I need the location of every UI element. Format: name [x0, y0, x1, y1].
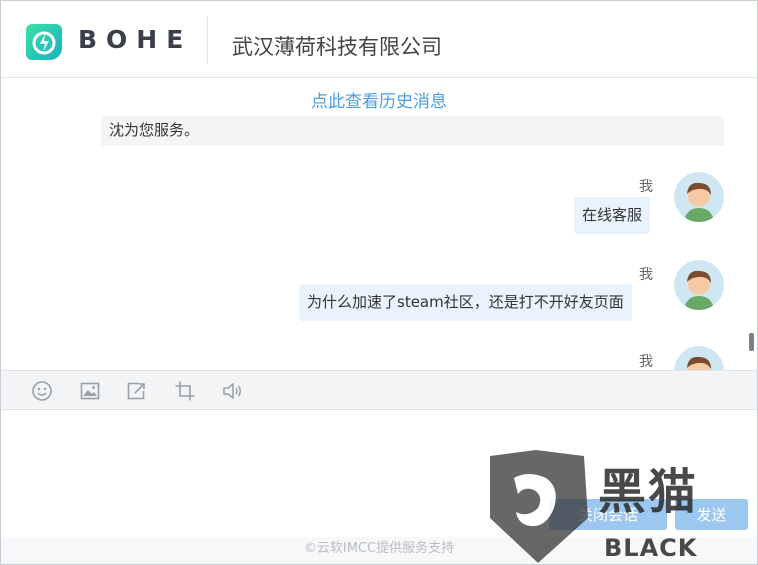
chat-window: BOHE 武汉薄荷科技有限公司 点此查看历史消息 沈为您服务。 我 在线客服 我…	[0, 0, 758, 565]
user-message-bubble: 在线客服	[574, 197, 651, 234]
close-session-button[interactable]: 关闭会话	[549, 499, 667, 530]
message-input[interactable]	[1, 410, 757, 490]
crop-icon[interactable]	[174, 380, 196, 402]
sender-label: 我	[639, 179, 653, 195]
logo-text: BOHE	[78, 25, 193, 54]
screen-share-icon[interactable]	[126, 380, 148, 402]
send-button[interactable]: 发送	[675, 499, 748, 530]
user-avatar	[674, 172, 724, 222]
bohe-logo-icon	[26, 24, 62, 60]
header: BOHE 武汉薄荷科技有限公司	[1, 1, 757, 78]
scrollbar-thumb[interactable]	[749, 333, 754, 351]
sender-label: 我	[639, 267, 653, 283]
footer-credit: ©云软IMCC提供服务支持	[1, 537, 757, 564]
emoji-icon[interactable]	[31, 380, 53, 402]
message-list: 点此查看历史消息 沈为您服务。 我 在线客服 我 为什么加速了steam社区，还…	[1, 78, 757, 370]
user-message-bubble: 为什么加速了steam社区，还是打不开好友页面	[299, 284, 632, 321]
input-toolbar	[1, 370, 757, 410]
agent-message-bubble: 沈为您服务。	[101, 116, 724, 146]
message-scrollbar[interactable]	[748, 108, 756, 370]
voice-icon[interactable]	[221, 380, 243, 402]
header-divider	[207, 16, 208, 64]
image-icon[interactable]	[79, 380, 101, 402]
sender-label: 我	[639, 354, 653, 370]
user-avatar	[674, 346, 724, 370]
view-history-link[interactable]: 点此查看历史消息	[1, 87, 757, 112]
user-avatar	[674, 260, 724, 310]
company-name: 武汉薄荷科技有限公司	[232, 35, 442, 59]
